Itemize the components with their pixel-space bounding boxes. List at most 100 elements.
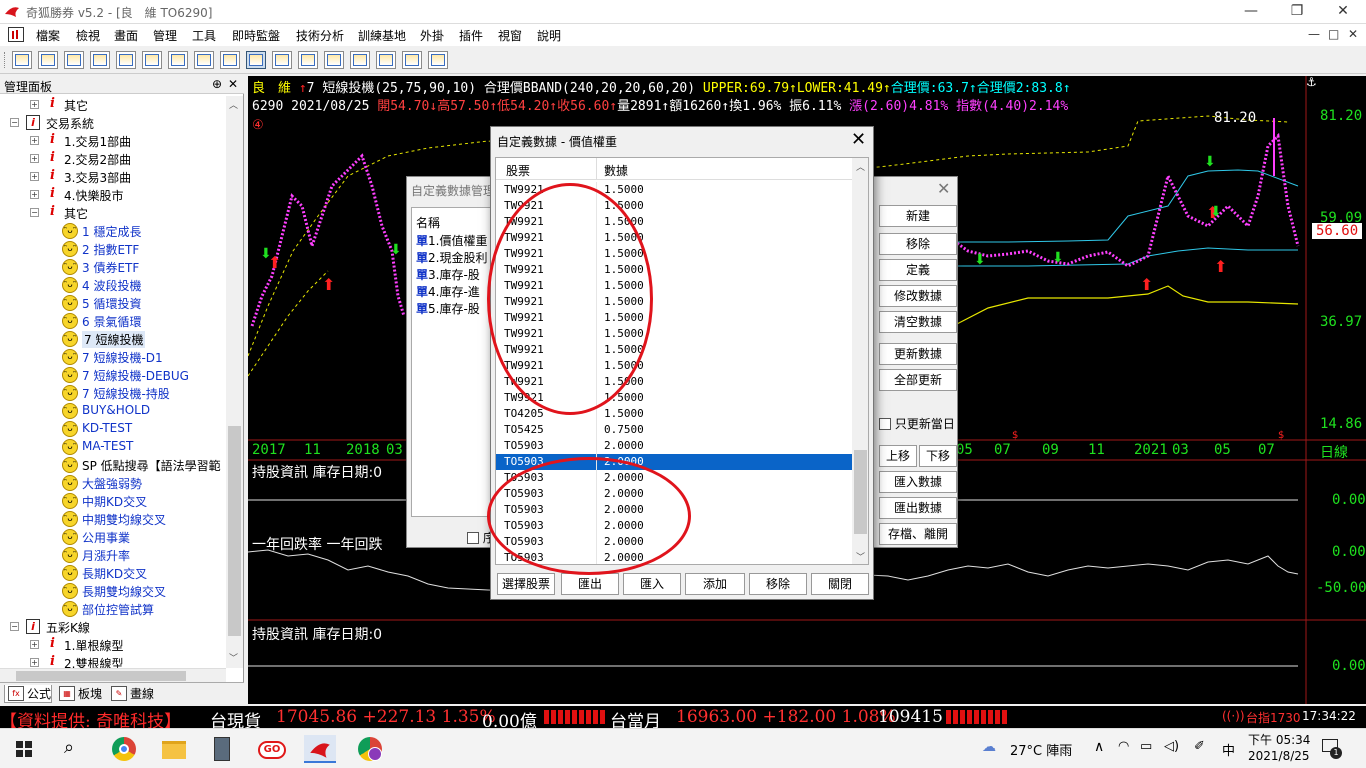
toolbar-chart-11-icon[interactable] [272, 51, 292, 69]
expand-icon[interactable]: + [30, 100, 39, 109]
toolbar-chart-17-icon[interactable] [428, 51, 448, 69]
table-row[interactable]: TO5903 2.0000 [496, 438, 852, 454]
manager-close-icon[interactable]: ✕ [937, 179, 950, 198]
remove-button[interactable]: 移除 [879, 233, 957, 255]
toolbar-chart-1-icon[interactable] [12, 51, 32, 69]
tray-chevron-icon[interactable]: ∧ [1094, 739, 1104, 755]
tree-item[interactable]: + i 1.交易1部曲 [0, 132, 226, 150]
mdi-minimize-button[interactable]: — [1308, 27, 1320, 41]
chrome-icon[interactable] [108, 735, 140, 763]
mdi-close-button[interactable]: ✕ [1348, 27, 1358, 41]
menu-tools[interactable]: 工具 [192, 27, 216, 44]
taskbar-time[interactable]: 下午 05:34 [1248, 731, 1310, 748]
tree-item[interactable]: − i 交易系統 [0, 114, 226, 132]
tree-item[interactable]: ᵔᴗᵔ SP 低點搜尋【語法學習範 [0, 456, 226, 474]
expand-icon[interactable]: + [30, 190, 39, 199]
close-button[interactable]: ✕ [1320, 0, 1366, 24]
document-icon[interactable] [8, 27, 24, 42]
tree-item[interactable]: ᵔᴗᵔ 中期雙均線交叉 [0, 510, 226, 528]
toolbar-daily-icon[interactable] [246, 51, 266, 69]
menu-manage[interactable]: 管理 [153, 27, 177, 44]
tree-item[interactable]: + i 其它 [0, 96, 226, 114]
update-all-button[interactable]: 全部更新 [879, 369, 957, 391]
toolbar-chart-4-icon[interactable] [90, 51, 110, 69]
panel-close-icon[interactable]: ✕ [228, 77, 238, 91]
dialog-close-icon[interactable]: ✕ [851, 129, 866, 150]
custom-data-item[interactable]: 單3.庫存-股 [416, 266, 480, 283]
toolbar-chart-16-icon[interactable] [402, 51, 422, 69]
mdi-restore-button[interactable]: □ [1328, 27, 1339, 41]
notification-icon[interactable]: 1 [1322, 737, 1342, 759]
tab-formula[interactable]: fx 公式 [4, 685, 52, 703]
add-button[interactable]: 添加 [685, 573, 745, 595]
cell-value[interactable]: 2.0000 [604, 439, 644, 452]
custom-data-item[interactable]: 單5.庫存-股 [416, 300, 480, 317]
collapse-icon[interactable]: − [30, 208, 39, 217]
tree-item[interactable]: ᵔᴗᵔ 部位控管試算 [0, 600, 226, 618]
expand-icon[interactable]: + [30, 172, 39, 181]
toolbar-chart-7-icon[interactable] [168, 51, 188, 69]
column-header-stock[interactable]: 股票 [506, 162, 530, 179]
battery-icon[interactable]: ▭ [1140, 739, 1152, 754]
tree-item[interactable]: ᵔᴗᵔ 3 債券ETF [0, 258, 226, 276]
search-icon[interactable]: ⌕ [64, 737, 74, 758]
custom-data-item[interactable]: 單4.庫存-進 [416, 283, 480, 300]
menu-extensions[interactable]: 插件 [459, 27, 483, 44]
tree-item[interactable]: ᵔᴗᵔ 4 波段投機 [0, 276, 226, 294]
network-icon[interactable]: ◠ [1118, 739, 1129, 754]
toolbar-chart-15-icon[interactable] [376, 51, 396, 69]
delete-button[interactable]: 移除 [749, 573, 807, 595]
cell-stock[interactable]: TO5425 [504, 423, 544, 436]
scroll-thumb[interactable] [228, 426, 241, 636]
menu-training[interactable]: 訓練基地 [358, 27, 406, 44]
cell-value[interactable]: 1.5000 [604, 407, 644, 420]
custom-data-item[interactable]: 單1.價值權重 [416, 232, 487, 249]
toolbar-chart-3-icon[interactable] [64, 51, 84, 69]
update-today-checkbox[interactable]: 只更新當日 [879, 415, 955, 432]
custom-data-item[interactable]: 單2.現金股利 [416, 249, 487, 266]
menu-screen[interactable]: 畫面 [114, 27, 138, 44]
tree-item[interactable]: ᵔᴗᵔ 2 指數ETF [0, 240, 226, 258]
tree-item[interactable]: ᵔᴗᵔ 6 景氣循環 [0, 312, 226, 330]
cell-value[interactable]: 0.7500 [604, 423, 644, 436]
taskbar-qihu-icon[interactable] [304, 735, 336, 763]
save-exit-button[interactable]: 存檔、離開 [879, 523, 957, 545]
tree-item[interactable]: − i 五彩K線 [0, 618, 226, 636]
tree-item[interactable]: ᵔᴗᵔ MA-TEST [0, 438, 226, 456]
table-scrollbar[interactable]: ︿ ﹀ [852, 158, 868, 564]
export-button[interactable]: 匯出 [561, 573, 619, 595]
menu-view[interactable]: 檢視 [76, 27, 100, 44]
table-row[interactable]: TO5425 0.7500 [496, 422, 852, 438]
panel-scrollbar[interactable]: ︿ ﹀ [226, 96, 243, 668]
tab-drawing[interactable]: ✎ 畫線 [108, 685, 154, 703]
cell-stock[interactable]: TO4205 [504, 407, 544, 420]
tree-item[interactable]: ᵔᴗᵔ 7 短線投機-持股 [0, 384, 226, 402]
calculator-icon[interactable] [206, 735, 238, 763]
menu-help[interactable]: 說明 [537, 27, 561, 44]
horizontal-scrollbar[interactable] [0, 668, 226, 682]
expand-icon[interactable]: + [30, 640, 39, 649]
toolbar-chart-5-icon[interactable] [116, 51, 136, 69]
select-stock-button[interactable]: 選擇股票 [497, 573, 555, 595]
tree-item[interactable]: − i 其它 [0, 204, 226, 222]
anchor-icon[interactable]: ⚓ [1306, 76, 1317, 89]
tree-item[interactable]: + i 4.快樂股市 [0, 186, 226, 204]
toolbar-chart-6-icon[interactable] [142, 51, 162, 69]
period-label[interactable]: 日線 [1320, 442, 1348, 462]
file-explorer-icon[interactable] [158, 735, 190, 763]
pen-icon[interactable]: ✐ [1194, 739, 1205, 754]
import-button[interactable]: 匯入 [623, 573, 681, 595]
app-go-icon[interactable]: GO [256, 735, 288, 763]
column-header-value[interactable]: 數據 [604, 162, 628, 179]
expand-icon[interactable]: + [30, 658, 39, 667]
menu-file[interactable]: 檔案 [36, 27, 60, 44]
cell-value[interactable]: 1.5000 [604, 183, 644, 196]
taskbar-date[interactable]: 2021/8/25 [1248, 749, 1310, 763]
define-button[interactable]: 定義 [879, 259, 957, 281]
menu-plugin[interactable]: 外掛 [420, 27, 444, 44]
menu-realtime[interactable]: 即時監盤 [232, 27, 280, 44]
checkbox-box[interactable] [879, 418, 891, 430]
tree-item[interactable]: ᵔᴗᵔ 7 短線投機-DEBUG [0, 366, 226, 384]
ime-indicator[interactable]: 中 [1222, 740, 1235, 759]
table-scroll-thumb[interactable] [854, 450, 867, 534]
